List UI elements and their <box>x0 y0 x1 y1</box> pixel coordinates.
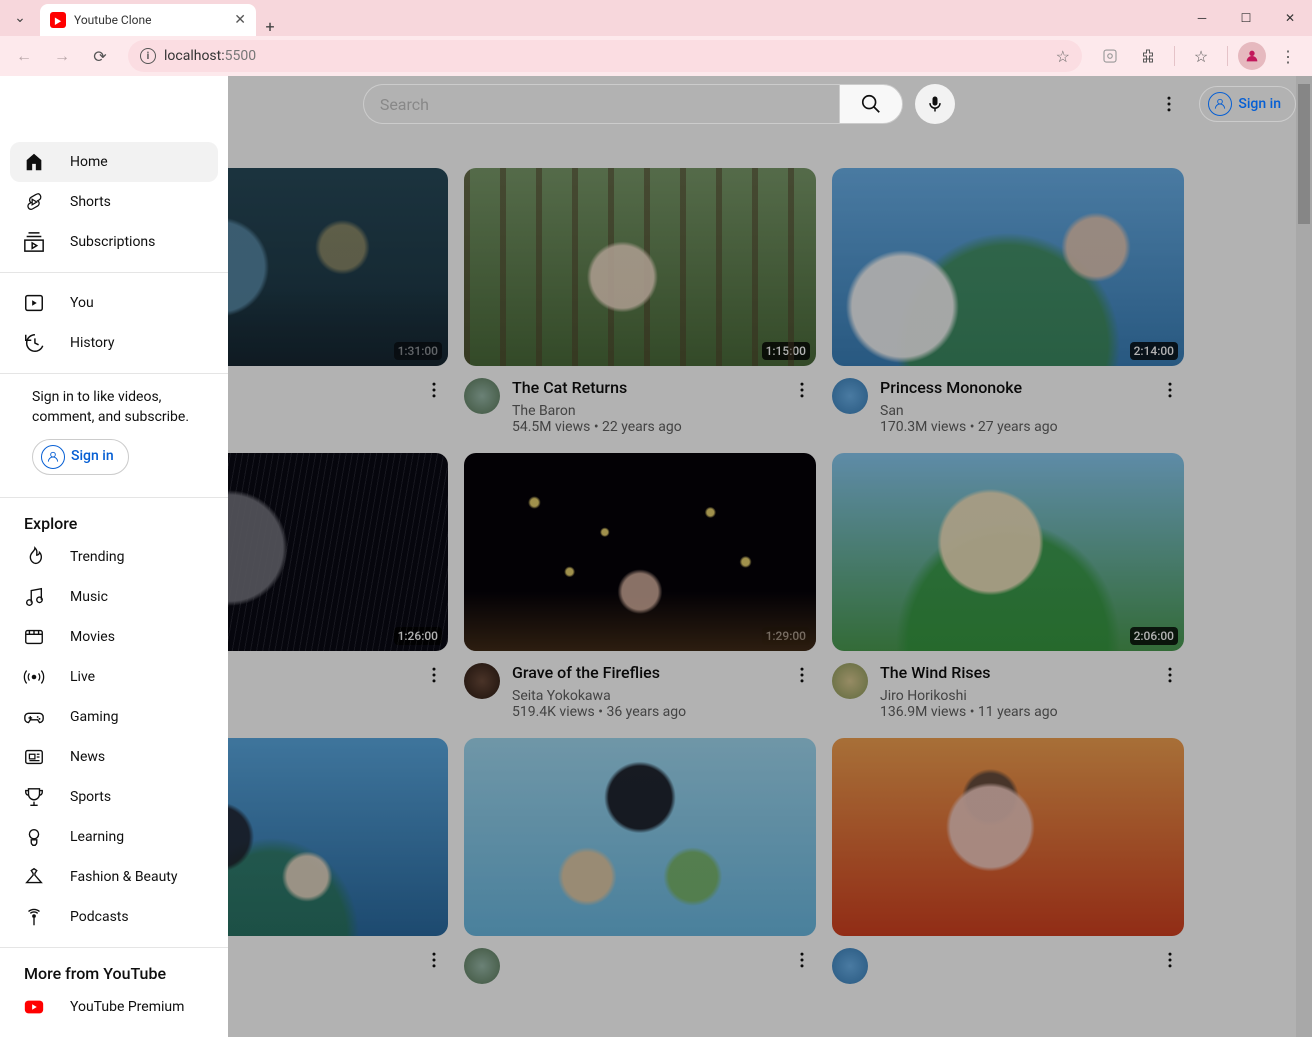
chevron-down-icon: ⌄ <box>14 10 26 26</box>
browser-tab[interactable]: Youtube Clone ✕ <box>40 4 256 36</box>
subs-icon <box>22 231 46 253</box>
tab-search-button[interactable]: ⌄ <box>0 0 40 36</box>
sports-icon <box>22 786 46 808</box>
sidebar-item-label: YouTube Premium <box>70 999 184 1015</box>
bookmark-star-icon[interactable]: ☆ <box>1056 47 1070 66</box>
header-signin-button[interactable]: Sign in <box>1199 86 1296 122</box>
sidebar-item-label: Gaming <box>70 709 118 725</box>
profile-avatar-button[interactable] <box>1238 42 1266 70</box>
sidebar-item-podcasts[interactable]: Podcasts <box>10 897 218 937</box>
chrome-menu-button[interactable]: ⋮ <box>1272 40 1304 72</box>
sidebar-item-music[interactable]: Music <box>10 577 218 617</box>
fashion-icon <box>22 866 46 888</box>
sidebar-drawer: Home Shorts Subscriptions You History Sign … <box>0 76 228 1037</box>
sidebar-item-live[interactable]: Live <box>10 657 218 697</box>
sidebar-item-learning[interactable]: Learning <box>10 817 218 857</box>
sidebar-item-subs[interactable]: Subscriptions <box>10 222 218 262</box>
sidebar-item-you[interactable]: You <box>10 283 218 323</box>
search-button[interactable] <box>839 84 903 124</box>
sidebar-item-movies[interactable]: Movies <box>10 617 218 657</box>
site-info-icon[interactable]: i <box>140 48 156 64</box>
nav-forward-button[interactable]: → <box>46 40 78 72</box>
learning-icon <box>22 826 46 848</box>
sidebar-item-ytp[interactable]: YouTube Premium <box>10 987 218 1027</box>
home-icon <box>22 151 46 173</box>
sidebar-item-label: Learning <box>70 829 124 845</box>
sidebar-item-label: Subscriptions <box>70 234 155 250</box>
user-icon <box>1208 92 1232 116</box>
news-icon <box>22 746 46 768</box>
new-tab-button[interactable]: + <box>256 17 284 36</box>
history-icon <box>22 332 46 354</box>
sidebar-item-label: Live <box>70 669 95 685</box>
sidebar-item-label: Home <box>70 154 108 170</box>
sidebar-item-label: Sports <box>70 789 111 805</box>
shorts-icon <box>22 191 46 213</box>
browser-chrome: ⌄ Youtube Clone ✕ + ─ ☐ ✕ ← → ⟳ i localh… <box>0 0 1312 76</box>
sidebar-item-shorts[interactable]: Shorts <box>10 182 218 222</box>
sidebar-item-home[interactable]: Home <box>10 142 218 182</box>
url-text: localhost:5500 <box>164 48 256 64</box>
extensions-button[interactable] <box>1132 40 1164 72</box>
sidebar-item-label: History <box>70 335 115 351</box>
sidebar-item-sports[interactable]: Sports <box>10 777 218 817</box>
podcasts-icon <box>22 906 46 928</box>
bookmarks-button[interactable]: ☆ <box>1185 40 1217 72</box>
sidebar-item-label: You <box>70 295 94 311</box>
gaming-icon <box>22 706 46 728</box>
sidebar-item-gaming[interactable]: Gaming <box>10 697 218 737</box>
trending-icon <box>22 546 46 568</box>
window-maximize-button[interactable]: ☐ <box>1224 0 1268 36</box>
reload-button[interactable]: ⟳ <box>84 40 116 72</box>
sidebar-item-label: Fashion & Beauty <box>70 869 178 885</box>
sidebar-item-news[interactable]: News <box>10 737 218 777</box>
user-icon <box>41 445 65 469</box>
sidebar-item-fashion[interactable]: Fashion & Beauty <box>10 857 218 897</box>
sidebar-item-label: News <box>70 749 105 765</box>
explore-heading: Explore <box>10 508 218 537</box>
tab-close-button[interactable]: ✕ <box>234 12 246 28</box>
sidebar-item-label: Music <box>70 589 108 605</box>
ytp-icon <box>22 996 46 1018</box>
settings-menu-button[interactable] <box>1149 84 1189 124</box>
lens-button[interactable] <box>1094 40 1126 72</box>
voice-search-button[interactable] <box>915 84 955 124</box>
window-minimize-button[interactable]: ─ <box>1180 0 1224 36</box>
sidebar-item-trending[interactable]: Trending <box>10 537 218 577</box>
browser-toolbar: ← → ⟳ i localhost:5500 ☆ ☆ ⋮ <box>0 36 1312 76</box>
sidebar-item-history[interactable]: History <box>10 323 218 363</box>
signin-prompt-text: Sign in to like videos, comment, and sub… <box>32 388 196 427</box>
tab-strip: ⌄ Youtube Clone ✕ + ─ ☐ ✕ <box>0 0 1312 36</box>
nav-back-button[interactable]: ← <box>8 40 40 72</box>
youtube-favicon <box>50 12 66 28</box>
live-icon <box>22 666 46 688</box>
sidebar-signin-button[interactable]: Sign in <box>32 439 129 475</box>
movies-icon <box>22 626 46 648</box>
app-viewport: YouTube Search Sign in 1:31:00Poppy Hill… <box>0 76 1312 1037</box>
sidebar-item-label: Podcasts <box>70 909 129 925</box>
more-from-youtube-heading: More from YouTube <box>10 958 218 987</box>
search-input[interactable]: Search <box>363 84 839 124</box>
you-icon <box>22 292 46 314</box>
music-icon <box>22 586 46 608</box>
address-bar[interactable]: i localhost:5500 ☆ <box>128 40 1082 72</box>
sidebar-item-label: Shorts <box>70 194 111 210</box>
window-close-button[interactable]: ✕ <box>1268 0 1312 36</box>
sidebar-item-label: Movies <box>70 629 115 645</box>
sidebar-item-label: Trending <box>70 549 125 565</box>
tab-title: Youtube Clone <box>74 13 226 27</box>
